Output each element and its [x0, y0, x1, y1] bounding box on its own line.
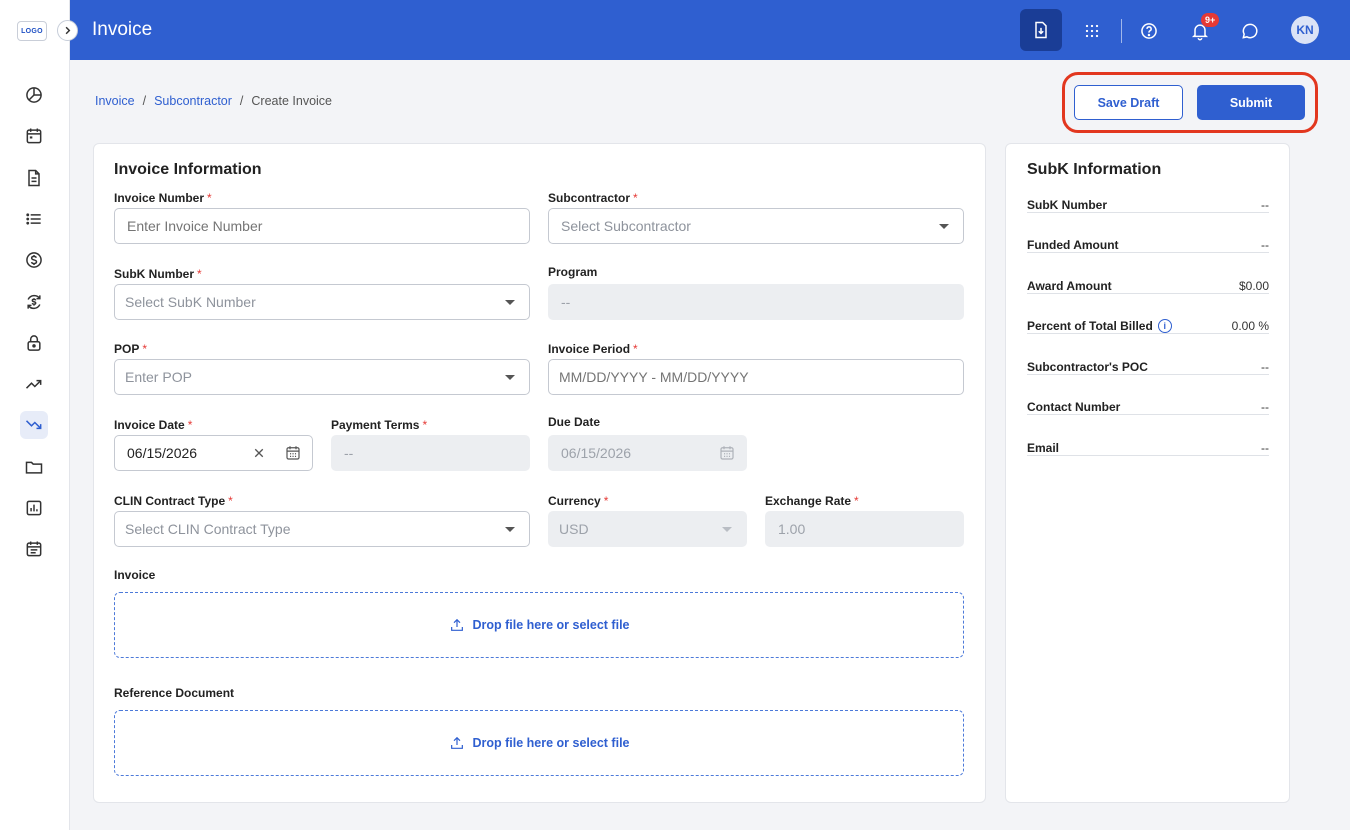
invoice-number-input[interactable]: [127, 218, 517, 234]
invoice-period-field[interactable]: [548, 359, 964, 395]
dropdown-caret-icon: [939, 224, 949, 229]
due-date-field: 06/15/2026: [548, 435, 747, 471]
info-icon[interactable]: i: [1157, 319, 1172, 333]
refresh-dollar-icon[interactable]: [20, 288, 48, 316]
currency-label: Currency *: [548, 494, 609, 508]
invoice-dropzone-text[interactable]: Drop file here or select file: [473, 618, 630, 632]
user-avatar[interactable]: KN: [1291, 16, 1319, 44]
submit-button[interactable]: Submit: [1197, 85, 1305, 120]
exchange-rate-field: 1.00: [765, 511, 964, 547]
due-date-label: Due Date: [548, 415, 601, 429]
payment-terms-label: Payment Terms *: [331, 418, 428, 432]
subk-information-panel: SubK Information SubK Number -- Funded Am…: [1005, 143, 1290, 803]
payment-terms-field: --: [331, 435, 530, 471]
apps-grid-icon[interactable]: [1073, 12, 1111, 50]
lock-icon[interactable]: [20, 329, 48, 357]
subcontractor-placeholder: Select Subcontractor: [561, 218, 691, 234]
clin-contract-type-select[interactable]: Select CLIN Contract Type: [114, 511, 530, 547]
subk-info-row: Subcontractor's POC --: [1027, 360, 1269, 375]
breadcrumb-separator: /: [239, 94, 244, 108]
help-icon[interactable]: [1130, 12, 1168, 50]
save-draft-button[interactable]: Save Draft: [1074, 85, 1183, 120]
subk-info-row: SubK Number --: [1027, 198, 1269, 213]
invoice-date-label: Invoice Date *: [114, 418, 193, 432]
invoice-date-field[interactable]: 06/15/2026: [114, 435, 313, 471]
breadcrumb-separator: /: [142, 94, 147, 108]
clin-contract-type-placeholder: Select CLIN Contract Type: [125, 521, 291, 537]
topbar-divider: [1121, 19, 1122, 43]
subk-info-row: Percent of Total Billed i 0.00 %: [1027, 319, 1269, 334]
dropdown-caret-icon: [505, 375, 515, 380]
sidebar-expand-button[interactable]: [57, 20, 78, 41]
notification-badge: 9+: [1201, 13, 1220, 27]
sidebar: LOGO: [0, 0, 70, 830]
pie-chart-icon[interactable]: [20, 81, 48, 109]
calendar-picker-icon: [720, 446, 734, 460]
invoice-information-panel: Invoice Information Invoice Number* Subc…: [93, 143, 986, 803]
subk-info-row: Award Amount $0.00: [1027, 279, 1269, 294]
clin-contract-type-label: CLIN Contract Type *: [114, 494, 233, 508]
pop-label: POP *: [114, 342, 148, 356]
upload-icon: [450, 618, 463, 631]
currency-select: USD: [548, 511, 747, 547]
logo[interactable]: LOGO: [17, 21, 47, 41]
download-icon[interactable]: [1020, 9, 1062, 51]
invoice-date-value: 06/15/2026: [127, 445, 198, 461]
pop-placeholder: Enter POP: [125, 369, 192, 385]
calendar-icon[interactable]: [20, 122, 48, 150]
invoice-period-input[interactable]: [559, 369, 951, 385]
dollar-icon[interactable]: [20, 246, 48, 274]
bell-icon[interactable]: 9+: [1181, 12, 1220, 50]
chevron-right-icon: [65, 26, 71, 35]
invoice-upload-label: Invoice: [114, 568, 156, 582]
subk-info-row: Contact Number --: [1027, 400, 1269, 415]
subk-panel-title: SubK Information: [1027, 161, 1162, 178]
list-icon[interactable]: [20, 205, 48, 233]
breadcrumb: Invoice / Subcontractor / Create Invoice: [95, 94, 332, 108]
reference-dropzone-text[interactable]: Drop file here or select file: [473, 736, 630, 750]
calendar-picker-icon[interactable]: [284, 444, 302, 462]
folder-icon[interactable]: [20, 453, 48, 481]
breadcrumb-invoice[interactable]: Invoice: [95, 94, 135, 108]
subcontractor-label: Subcontractor *: [548, 191, 638, 205]
document-icon[interactable]: [20, 164, 48, 192]
panel-title: Invoice Information: [114, 161, 262, 178]
breadcrumb-current: Create Invoice: [251, 94, 333, 108]
dropdown-caret-icon: [505, 300, 515, 305]
invoice-dropzone[interactable]: Drop file here or select file: [114, 592, 964, 658]
pop-select[interactable]: Enter POP: [114, 359, 530, 395]
subcontractor-select[interactable]: Select Subcontractor: [548, 208, 964, 244]
invoice-number-field[interactable]: [114, 208, 530, 244]
top-bar: Invoice 9+ KN: [70, 0, 1350, 60]
exchange-rate-label: Exchange Rate *: [765, 494, 859, 508]
program-field: --: [548, 284, 964, 320]
calendar-list-icon[interactable]: [20, 535, 48, 563]
invoice-number-label: Invoice Number *: [114, 191, 212, 205]
bar-chart-icon[interactable]: [20, 494, 48, 522]
upload-icon: [450, 736, 463, 749]
subk-info-row: Funded Amount --: [1027, 238, 1269, 253]
program-label: Program: [548, 265, 598, 279]
invoice-period-label: Invoice Period *: [548, 342, 638, 356]
subk-number-label: SubK Number *: [114, 267, 202, 281]
page-header-title: Invoice: [92, 19, 153, 40]
subk-number-select[interactable]: Select SubK Number: [114, 284, 530, 320]
reference-document-dropzone[interactable]: Drop file here or select file: [114, 710, 964, 776]
trending-down-icon[interactable]: [20, 411, 48, 439]
chat-icon[interactable]: [1231, 12, 1269, 50]
breadcrumb-subcontractor[interactable]: Subcontractor: [154, 94, 232, 108]
subk-info-row: Email --: [1027, 441, 1269, 456]
dropdown-caret-icon: [722, 527, 732, 532]
trending-up-icon[interactable]: [20, 370, 48, 398]
reference-document-label: Reference Document: [114, 686, 235, 700]
subk-number-placeholder: Select SubK Number: [125, 294, 256, 310]
clear-icon[interactable]: [250, 444, 268, 462]
dropdown-caret-icon: [505, 527, 515, 532]
